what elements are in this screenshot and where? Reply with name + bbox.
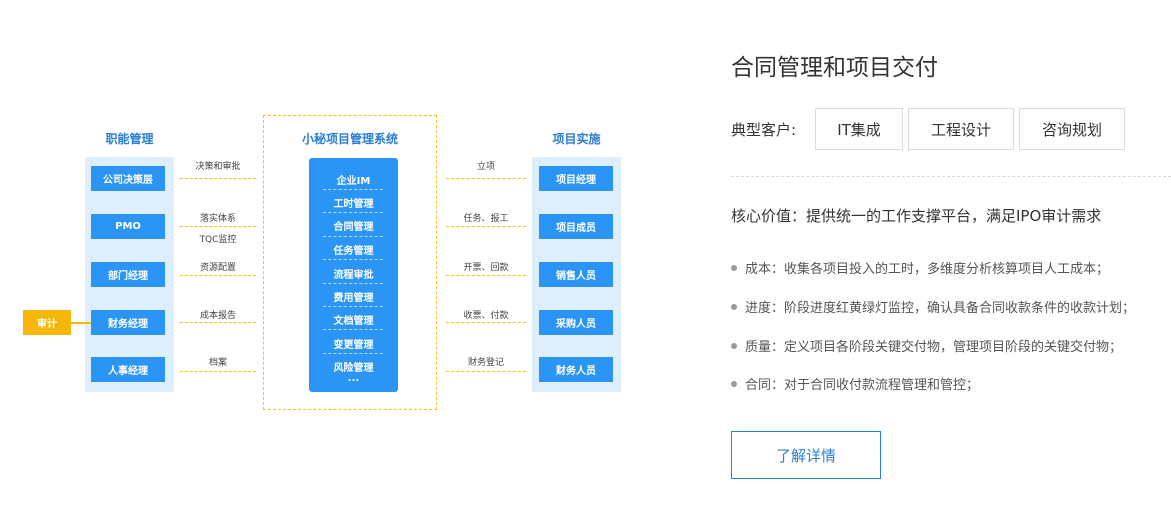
customer-tag-engineering: 工程设计 <box>908 108 1014 150</box>
bullet-progress: 进度：阶段进度红黄绿灯监控，确认具备合同收款条件的收款计划； <box>731 297 1135 316</box>
center-item-contract: 合同管理 <box>333 222 374 233</box>
center-separator <box>323 236 383 237</box>
connector-label: 财务登记 <box>467 358 504 368</box>
right-connector <box>446 226 526 227</box>
left-column-title: 职能管理 <box>105 132 154 146</box>
bullet-dot-icon <box>731 303 737 310</box>
bullet-dot-icon <box>731 342 737 349</box>
center-separator <box>323 283 383 284</box>
right-item-project-member: 项目成员 <box>539 214 613 239</box>
bullet-quality: 质量：定义项目各阶段关键交付物，管理项目阶段的关键交付物； <box>731 336 1122 355</box>
core-value: 核心价值：提供统一的工作支撑平台，满足IPO审计需求 <box>731 207 1102 225</box>
connector-label: 收票、付款 <box>463 311 509 321</box>
right-item-purchasing: 采购人员 <box>539 310 613 335</box>
connector-label: 资源配置 <box>199 263 236 273</box>
workflow-diagram: 职能管理 小秘项目管理系统 项目实施 公司决策层 PMO 部门经理 财务经理 人… <box>0 0 700 510</box>
center-item-change: 变更管理 <box>333 340 374 351</box>
connector-label: 成本报告 <box>199 311 236 321</box>
bullet-dot-icon <box>731 380 737 387</box>
left-connector <box>180 226 256 227</box>
left-connector <box>180 322 256 323</box>
center-separator <box>323 353 383 354</box>
bullet-text: 合同：对于合同收付款流程管理和管控； <box>745 378 980 393</box>
section-divider <box>731 176 1171 177</box>
connector-label: 任务、报工 <box>463 214 509 224</box>
bullet-text: 质量：定义项目各阶段关键交付物，管理项目阶段的关键交付物； <box>745 340 1123 355</box>
learn-more-button[interactable]: 了解详情 <box>731 431 881 479</box>
left-item-hr-manager: 人事经理 <box>91 357 165 382</box>
connector-label: 档案 <box>208 358 227 368</box>
audit-box: 审计 <box>23 310 71 335</box>
bullet-text: 进度：阶段进度红黄绿灯监控，确认具备合同收款条件的收款计划； <box>745 301 1136 316</box>
left-item-dept-manager: 部门经理 <box>91 262 165 287</box>
center-separator <box>323 259 383 260</box>
center-item-risk: 风险管理 <box>333 363 374 374</box>
right-item-sales: 销售人员 <box>539 262 613 287</box>
right-connector <box>446 178 526 179</box>
bullet-dot-icon <box>731 264 737 271</box>
center-item-more: ... <box>347 373 360 384</box>
center-item-approval: 流程审批 <box>333 270 374 281</box>
left-item-decision: 公司决策层 <box>91 166 165 191</box>
center-item-im: 企业IM <box>336 176 371 187</box>
customer-label: 典型客户: <box>731 121 797 139</box>
center-item-task: 任务管理 <box>333 246 374 257</box>
left-connector <box>180 275 256 276</box>
connector-label: 决策和审批 <box>195 162 241 172</box>
center-separator <box>323 329 383 330</box>
left-item-pmo: PMO <box>91 214 165 239</box>
center-separator <box>323 189 383 190</box>
audit-connector <box>71 322 91 324</box>
connector-label: TQC监控 <box>199 235 237 245</box>
right-item-finance: 财务人员 <box>539 357 613 382</box>
center-item-document: 文档管理 <box>333 316 374 327</box>
center-separator <box>323 306 383 307</box>
customer-tag-consulting: 咨询规划 <box>1019 108 1125 150</box>
left-connector <box>180 178 256 179</box>
bullet-text: 成本：收集各项目投入的工时，多维度分析核算项目人工成本； <box>745 262 1110 277</box>
right-connector <box>446 275 526 276</box>
connector-label: 立项 <box>476 162 495 172</box>
customer-tag-it: IT集成 <box>815 108 903 150</box>
bullet-contract: 合同：对于合同收付款流程管理和管控； <box>731 374 979 393</box>
right-item-project-manager: 项目经理 <box>539 166 613 191</box>
center-item-timesheet: 工时管理 <box>333 199 374 210</box>
connector-label: 开票、回款 <box>463 263 509 273</box>
right-column-title: 项目实施 <box>552 132 601 146</box>
connector-label: 落实体系 <box>199 214 236 224</box>
center-item-expense: 费用管理 <box>333 293 374 304</box>
section-title: 合同管理和项目交付 <box>731 55 938 81</box>
right-connector <box>446 322 526 323</box>
center-separator <box>323 212 383 213</box>
right-connector <box>446 371 526 372</box>
left-connector <box>180 371 256 372</box>
left-item-finance-manager: 财务经理 <box>91 310 165 335</box>
bullet-cost: 成本：收集各项目投入的工时，多维度分析核算项目人工成本； <box>731 258 1109 277</box>
